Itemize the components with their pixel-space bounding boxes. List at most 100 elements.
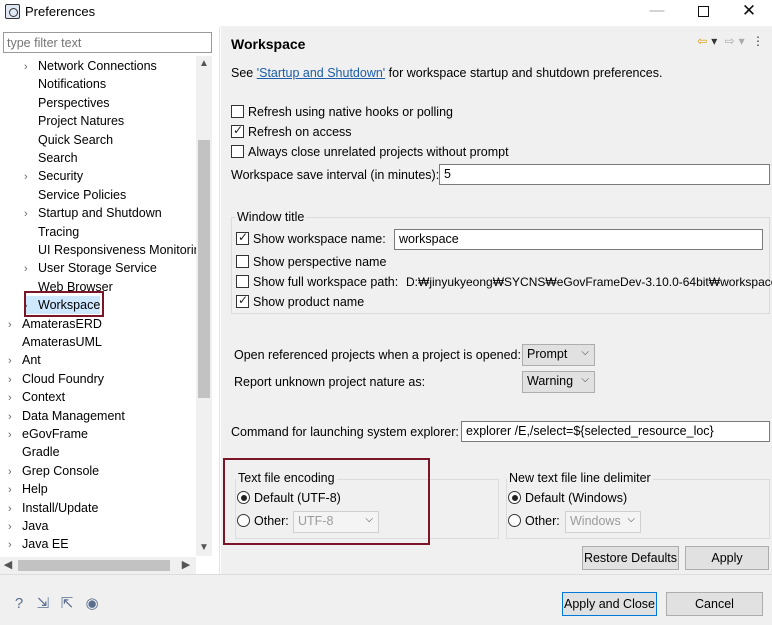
tree-item-label: Gradle [22, 445, 60, 460]
refresh-native-option[interactable]: Refresh using native hooks or polling [231, 105, 453, 119]
tree-item[interactable]: › User Storage Service [24, 259, 157, 277]
show-full-path-checkbox[interactable] [236, 275, 249, 288]
expand-arrow-icon[interactable]: › [24, 168, 38, 186]
window-title-group-label: Window title [235, 210, 307, 224]
tree-item[interactable]: › Help [8, 480, 48, 498]
expand-arrow-icon[interactable]: › [24, 205, 38, 223]
delimiter-other-radio[interactable] [508, 514, 521, 527]
tree-item[interactable]: Notifications [24, 75, 106, 93]
restore-defaults-button[interactable]: Restore Defaults [582, 546, 679, 570]
forward-menu-icon[interactable]: ▾ [739, 34, 745, 48]
tree-item[interactable]: › Install/Update [8, 499, 98, 517]
tree-item[interactable]: › AmaterasERD [8, 315, 102, 333]
tree-item[interactable]: › Context [8, 388, 65, 406]
delimiter-other-select[interactable]: Windows ⌵ [565, 511, 641, 533]
delimiter-default-radio[interactable] [508, 491, 521, 504]
tree-item[interactable]: › Data Management [8, 407, 125, 425]
tree-item[interactable]: UI Responsiveness Monitoring [24, 241, 196, 259]
tree-item[interactable]: Quick Search [24, 131, 113, 149]
tree-item[interactable]: Web Browser [24, 278, 113, 296]
cancel-button[interactable]: Cancel [666, 592, 763, 616]
expand-arrow-icon[interactable]: › [8, 371, 22, 389]
command-input[interactable]: explorer /E,/select=${selected_resource_… [461, 421, 770, 442]
tree-vertical-scrollbar[interactable]: ▲ ▼ [196, 56, 212, 556]
show-ws-name-option[interactable]: Show workspace name: [236, 230, 386, 246]
expand-arrow-icon[interactable]: › [8, 463, 22, 481]
expand-arrow-icon[interactable]: › [24, 260, 38, 278]
apply-button[interactable]: Apply [685, 546, 769, 570]
delimiter-default-option[interactable]: Default (Windows) [508, 491, 627, 505]
export-icon[interactable]: ⇱ [58, 595, 76, 613]
tree-item[interactable]: › Cloud Foundry [8, 370, 104, 388]
tree-item[interactable]: › Ant [8, 351, 41, 369]
tree-item[interactable]: Search [24, 149, 78, 167]
filter-input[interactable] [3, 32, 212, 53]
expand-arrow-icon[interactable]: › [24, 58, 38, 76]
expand-arrow-icon[interactable]: › [8, 352, 22, 370]
tree-horizontal-scrollbar[interactable]: ◀ ▶ [0, 557, 196, 574]
delimiter-other-option[interactable]: Other: [508, 514, 560, 528]
expand-arrow-icon[interactable]: › [8, 389, 22, 407]
tree-item[interactable]: Project Natures [24, 112, 124, 130]
refresh-native-checkbox[interactable] [231, 105, 244, 118]
tree-item[interactable]: › Grep Console [8, 462, 99, 480]
expand-arrow-icon[interactable]: › [8, 536, 22, 554]
scroll-left-icon[interactable]: ◀ [0, 557, 16, 574]
back-menu-icon[interactable]: ▾ [711, 34, 717, 48]
show-ws-name-checkbox[interactable] [236, 230, 249, 245]
close-button[interactable]: ✕ [726, 0, 772, 24]
tree-item[interactable]: Gradle [8, 443, 60, 461]
tree-item[interactable]: › Network Connections [24, 57, 157, 75]
expand-arrow-icon[interactable]: › [8, 316, 22, 334]
expand-arrow-icon[interactable]: › [8, 500, 22, 518]
view-menu-icon[interactable]: ⋮ [752, 34, 764, 48]
tree-item[interactable]: Service Policies [24, 186, 126, 204]
refresh-access-checkbox[interactable] [231, 123, 244, 138]
startup-shutdown-link[interactable]: 'Startup and Shutdown' [257, 66, 385, 80]
show-full-path-option[interactable]: Show full workspace path: [236, 275, 398, 289]
tree-item[interactable]: › Java [8, 517, 48, 535]
record-icon[interactable]: ◉ [83, 595, 101, 613]
tree-item-label: Data Management [22, 408, 125, 423]
tree-item[interactable]: Perspectives [24, 94, 110, 112]
expand-arrow-icon[interactable]: › [8, 426, 22, 444]
back-arrow-icon[interactable]: ⇦ [697, 34, 707, 48]
show-product-checkbox[interactable] [236, 293, 249, 308]
tree-item[interactable]: › eGovFrame [8, 425, 88, 443]
h-scroll-thumb[interactable] [18, 560, 170, 571]
scroll-thumb[interactable] [198, 140, 210, 398]
forward-arrow-icon[interactable]: ⇨ [725, 34, 735, 48]
expand-arrow-icon[interactable]: › [24, 297, 38, 315]
expand-arrow-icon[interactable]: › [8, 481, 22, 499]
tree-item[interactable]: › Workspace [24, 296, 101, 315]
apply-and-close-button[interactable]: Apply and Close [562, 592, 657, 616]
page-header: Workspace ⇦ ▾ ⇨ ▾ ⋮ [221, 26, 772, 61]
panel-splitter[interactable] [219, 27, 220, 574]
scroll-down-icon[interactable]: ▼ [196, 540, 212, 556]
tree-item[interactable]: › Security [24, 167, 83, 185]
refresh-access-option[interactable]: Refresh on access [231, 123, 352, 139]
workspace-name-input[interactable]: workspace [394, 229, 763, 250]
scroll-right-icon[interactable]: ▶ [178, 557, 194, 574]
tree-item[interactable]: AmaterasUML [8, 333, 102, 351]
scroll-up-icon[interactable]: ▲ [196, 56, 212, 72]
always-close-option[interactable]: Always close unrelated projects without … [231, 145, 509, 159]
expand-arrow-icon[interactable]: › [8, 408, 22, 426]
tree-item[interactable]: › Startup and Shutdown [24, 204, 162, 222]
save-interval-input[interactable]: 5 [439, 164, 770, 185]
expand-arrow-icon[interactable]: › [8, 518, 22, 536]
help-icon[interactable]: ? [10, 595, 28, 613]
report-unknown-value: Warning [527, 374, 574, 388]
show-product-option[interactable]: Show product name [236, 293, 364, 309]
show-perspective-checkbox[interactable] [236, 255, 249, 268]
tree-item[interactable]: › Java EE [8, 535, 69, 553]
show-perspective-option[interactable]: Show perspective name [236, 255, 386, 269]
open-ref-select[interactable]: Prompt ⌵ [522, 344, 595, 366]
chevron-down-icon: ⌵ [627, 514, 635, 525]
maximize-button[interactable] [680, 0, 726, 24]
import-icon[interactable]: ⇲ [34, 595, 52, 613]
always-close-checkbox[interactable] [231, 145, 244, 158]
report-unknown-select[interactable]: Warning ⌵ [522, 371, 595, 393]
minimize-button[interactable]: — [634, 0, 680, 24]
tree-item[interactable]: Tracing [24, 223, 79, 241]
